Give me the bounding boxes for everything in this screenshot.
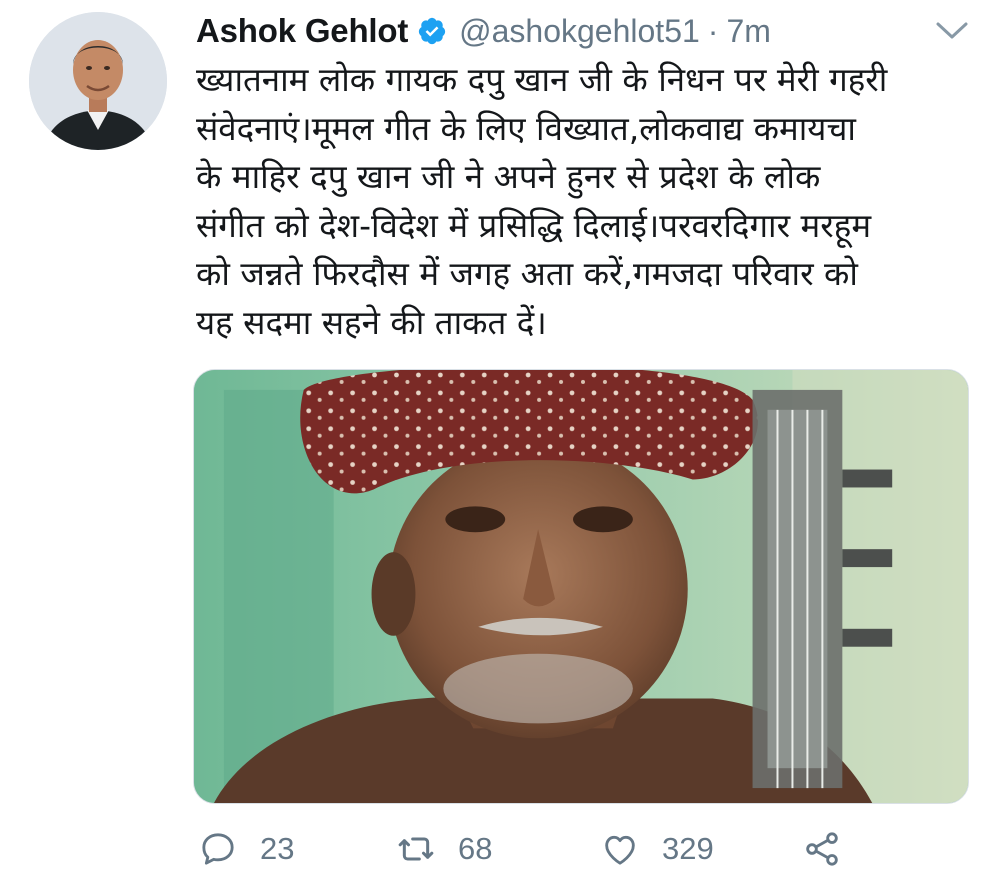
- tweet-timestamp[interactable]: 7m: [726, 13, 770, 50]
- reply-button[interactable]: 23: [198, 826, 294, 872]
- portrait-photo: [194, 370, 968, 803]
- retweet-count: 68: [458, 831, 493, 866]
- share-icon: [806, 832, 838, 866]
- author-name[interactable]: Ashok Gehlot: [196, 12, 408, 50]
- reply-icon: [202, 833, 234, 865]
- author-avatar[interactable]: [29, 12, 167, 150]
- reply-count: 23: [260, 831, 295, 866]
- share-button[interactable]: [802, 826, 842, 872]
- like-button[interactable]: 329: [600, 826, 714, 872]
- retweet-icon: [398, 837, 434, 861]
- verified-badge-icon: [417, 16, 447, 46]
- tweet-actions: 23 68 329: [196, 826, 896, 872]
- retweet-button[interactable]: 68: [396, 826, 492, 872]
- chevron-down-icon[interactable]: [935, 18, 969, 44]
- author-handle[interactable]: @ashokgehlot51: [459, 13, 700, 50]
- tweet-text: ख्यातनाम लोक गायक दपु खान जी के निधन पर …: [196, 60, 888, 342]
- like-count: 329: [662, 831, 714, 866]
- separator-dot: ·: [707, 12, 719, 49]
- tweet-media-image[interactable]: [193, 369, 969, 804]
- avatar-portrait: [29, 12, 167, 150]
- tweet-header: Ashok Gehlot @ashokgehlot51 · 7m: [196, 8, 969, 54]
- heart-icon: [605, 835, 635, 865]
